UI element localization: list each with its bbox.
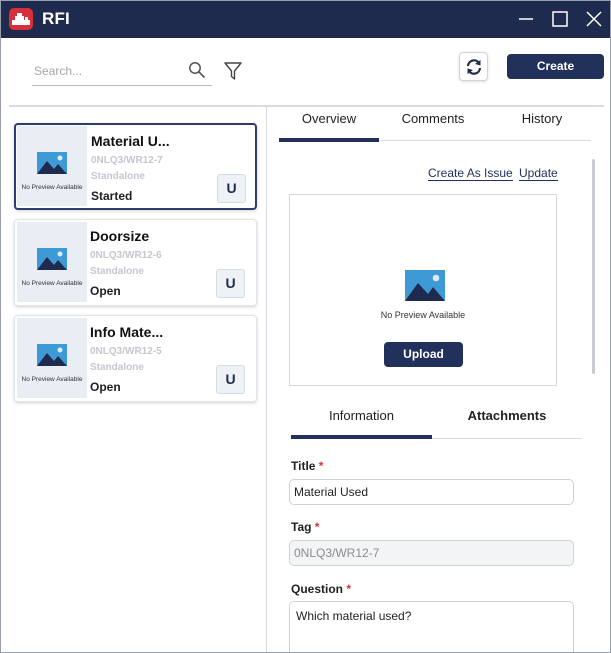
upload-button[interactable]: Upload (384, 342, 463, 367)
no-preview-text: No Preview Available (380, 310, 466, 320)
filter-icon[interactable] (223, 61, 243, 81)
image-placeholder-icon (37, 152, 67, 174)
toolbar-divider (9, 105, 604, 107)
title-label: Title * (291, 459, 324, 473)
rfi-window: RFI Create (0, 0, 611, 653)
tab-underline (379, 140, 591, 141)
image-preview-panel: No Preview Available Upload (289, 194, 557, 386)
card-tag: 0NLQ3/WR12-5 (90, 346, 162, 357)
minimize-icon (519, 18, 533, 20)
image-placeholder-icon (37, 248, 67, 270)
card-type: Standalone (91, 171, 145, 182)
card-title: Info Mate... (90, 324, 164, 340)
card-user-badge[interactable]: U (216, 269, 245, 298)
maximize-icon (552, 11, 568, 27)
create-as-issue-link[interactable]: Create As Issue (428, 166, 513, 181)
no-preview-text: No Preview Available (21, 184, 83, 191)
search-icon[interactable] (188, 61, 206, 79)
tab-comments[interactable]: Comments (384, 111, 482, 142)
card-thumbnail: No Preview Available (17, 318, 87, 398)
card-type: Standalone (90, 266, 144, 277)
search-input[interactable] (34, 62, 179, 80)
close-icon (586, 11, 602, 27)
card-status: Started (91, 189, 133, 203)
minimize-button[interactable] (509, 1, 543, 38)
detail-scrollbar[interactable] (592, 159, 595, 374)
tag-field[interactable] (289, 540, 574, 566)
no-preview-text: No Preview Available (21, 376, 83, 383)
maximize-button[interactable] (543, 1, 577, 38)
required-mark: * (346, 582, 352, 596)
search-box (32, 57, 212, 86)
pane-divider (266, 107, 267, 652)
card-tag: 0NLQ3/WR12-7 (91, 155, 163, 166)
card-thumbnail: No Preview Available (17, 222, 87, 302)
card-user-badge[interactable]: U (217, 174, 246, 203)
app-title: RFI (42, 9, 70, 28)
sync-icon (466, 59, 482, 75)
title-field[interactable] (289, 479, 574, 505)
card-type: Standalone (90, 362, 144, 373)
card-status: Open (90, 380, 121, 394)
card-user-badge[interactable]: U (216, 365, 245, 394)
sync-button[interactable] (459, 52, 488, 81)
tab-history[interactable]: History (492, 111, 592, 142)
tab-overview[interactable]: Overview (279, 111, 379, 142)
rfi-card[interactable]: No Preview Available Material U... 0NLQ3… (14, 123, 257, 210)
title-bar: RFI (1, 1, 610, 38)
tab-information[interactable]: Information (291, 408, 432, 439)
no-preview-text: No Preview Available (21, 280, 83, 287)
update-link[interactable]: Update (519, 166, 558, 181)
card-status: Open (90, 284, 121, 298)
rfi-card[interactable]: No Preview Available Info Mate... 0NLQ3/… (14, 315, 257, 402)
required-mark: * (318, 459, 324, 473)
question-label: Question * (291, 582, 352, 596)
required-mark: * (314, 520, 320, 534)
app-logo-icon (9, 8, 33, 30)
image-placeholder-icon (405, 270, 445, 301)
image-placeholder-icon (37, 344, 67, 366)
card-title: Doorsize (90, 228, 150, 244)
card-title: Material U... (91, 133, 170, 149)
tab-attachments[interactable]: Attachments (432, 408, 582, 439)
rfi-card[interactable]: No Preview Available Doorsize 0NLQ3/WR12… (14, 219, 257, 306)
subtab-underline (432, 438, 582, 439)
create-button[interactable]: Create (507, 54, 604, 79)
card-tag: 0NLQ3/WR12-6 (90, 250, 162, 261)
close-button[interactable] (577, 1, 610, 38)
card-thumbnail: No Preview Available (17, 126, 87, 206)
question-field[interactable]: Which material used? (289, 601, 574, 652)
tag-label: Tag * (291, 520, 320, 534)
